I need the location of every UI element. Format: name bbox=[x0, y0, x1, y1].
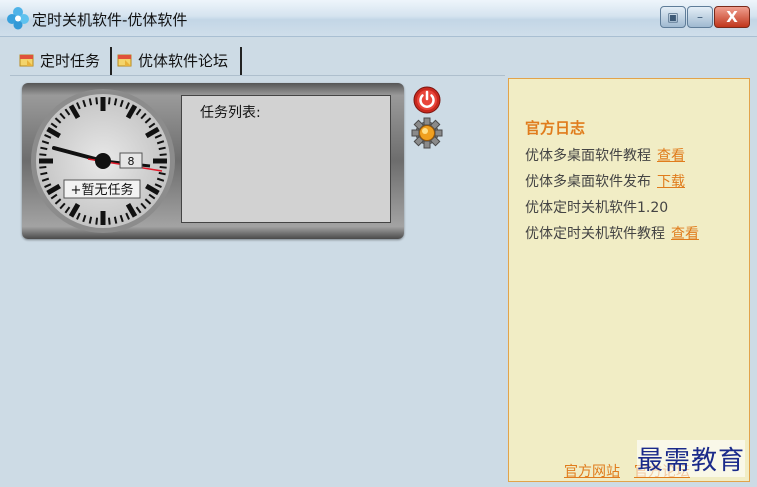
clock-tick bbox=[159, 165, 167, 169]
news-item-text: 优体多桌面软件教程 bbox=[525, 148, 651, 164]
news-item-link[interactable]: 查看 bbox=[657, 148, 685, 164]
news-item-text: 优体多桌面软件发布 bbox=[525, 174, 651, 190]
watermark: 最需教育 bbox=[637, 440, 746, 477]
power-icon[interactable] bbox=[413, 86, 441, 114]
gear-tooth bbox=[423, 117, 431, 126]
minimize-button[interactable]: – bbox=[687, 6, 713, 28]
tab-label: 定时任务 bbox=[40, 51, 101, 70]
clock-tick bbox=[158, 146, 166, 151]
app-logo-icon bbox=[7, 7, 29, 30]
clock-tick bbox=[95, 97, 99, 105]
analog-clock: 8 +暂无任务 bbox=[31, 89, 175, 233]
official-website-link[interactable]: 官方网站 bbox=[564, 461, 620, 481]
tab-divider bbox=[240, 47, 242, 75]
tab-forum[interactable]: 优体软件论坛 bbox=[116, 47, 228, 73]
clock-tick bbox=[113, 216, 118, 224]
clock-tick bbox=[40, 146, 48, 151]
news-item: 优体定时关机软件1.20 bbox=[525, 197, 668, 217]
clock-tick bbox=[88, 98, 93, 106]
settings-gear-icon[interactable] bbox=[411, 117, 443, 149]
news-item: 优体多桌面软件发布 下载 bbox=[525, 171, 685, 191]
clock-tick bbox=[40, 171, 48, 176]
date-marker: 8 bbox=[128, 155, 135, 168]
news-item-text: 优体定时关机软件教程 bbox=[525, 226, 665, 242]
clock-tick bbox=[107, 97, 111, 105]
task-list-label: 任务列表: bbox=[200, 105, 261, 121]
clock-tick bbox=[158, 171, 166, 176]
news-item: 优体定时关机软件教程 查看 bbox=[525, 223, 699, 243]
tab-divider bbox=[110, 47, 112, 75]
close-button[interactable]: X bbox=[714, 6, 750, 28]
clock-status-label: +暂无任务 bbox=[71, 182, 134, 198]
tab-baseline bbox=[10, 75, 505, 76]
tab-forum-icon bbox=[117, 54, 132, 67]
clock-panel: 8 +暂无任务 任务列表: bbox=[22, 83, 404, 239]
news-item-link[interactable]: 下载 bbox=[657, 174, 685, 190]
gear-tooth bbox=[423, 140, 431, 149]
clock-tick bbox=[95, 217, 99, 225]
news-item: 优体多桌面软件教程 查看 bbox=[525, 145, 685, 165]
tab-label: 优体软件论坛 bbox=[138, 51, 229, 70]
news-panel: 官方日志 优体多桌面软件教程 查看 优体多桌面软件发布 下载 优体定时关机软件1.2… bbox=[508, 78, 750, 482]
clock-tick bbox=[39, 165, 47, 169]
clock-tick bbox=[113, 98, 118, 106]
task-list-box[interactable]: 任务列表: bbox=[181, 95, 391, 223]
title-bar: 定时关机软件-优体软件 ▣ – X bbox=[0, 0, 757, 37]
tab-scheduled-tasks[interactable]: 定时任务 bbox=[18, 47, 100, 73]
clock-tick bbox=[39, 153, 47, 157]
clock-tick bbox=[107, 217, 111, 225]
clock-tick bbox=[159, 153, 167, 157]
window-title: 定时关机软件-优体软件 bbox=[32, 11, 188, 29]
tab-task-icon bbox=[19, 54, 34, 67]
menu-button[interactable]: ▣ bbox=[660, 6, 686, 28]
news-title: 官方日志 bbox=[525, 119, 586, 137]
clock-tick bbox=[88, 216, 93, 224]
news-item-link[interactable]: 查看 bbox=[671, 226, 699, 242]
news-item-text: 优体定时关机软件1.20 bbox=[525, 200, 669, 216]
gear-tooth bbox=[434, 129, 443, 137]
gear-tooth bbox=[411, 129, 420, 137]
